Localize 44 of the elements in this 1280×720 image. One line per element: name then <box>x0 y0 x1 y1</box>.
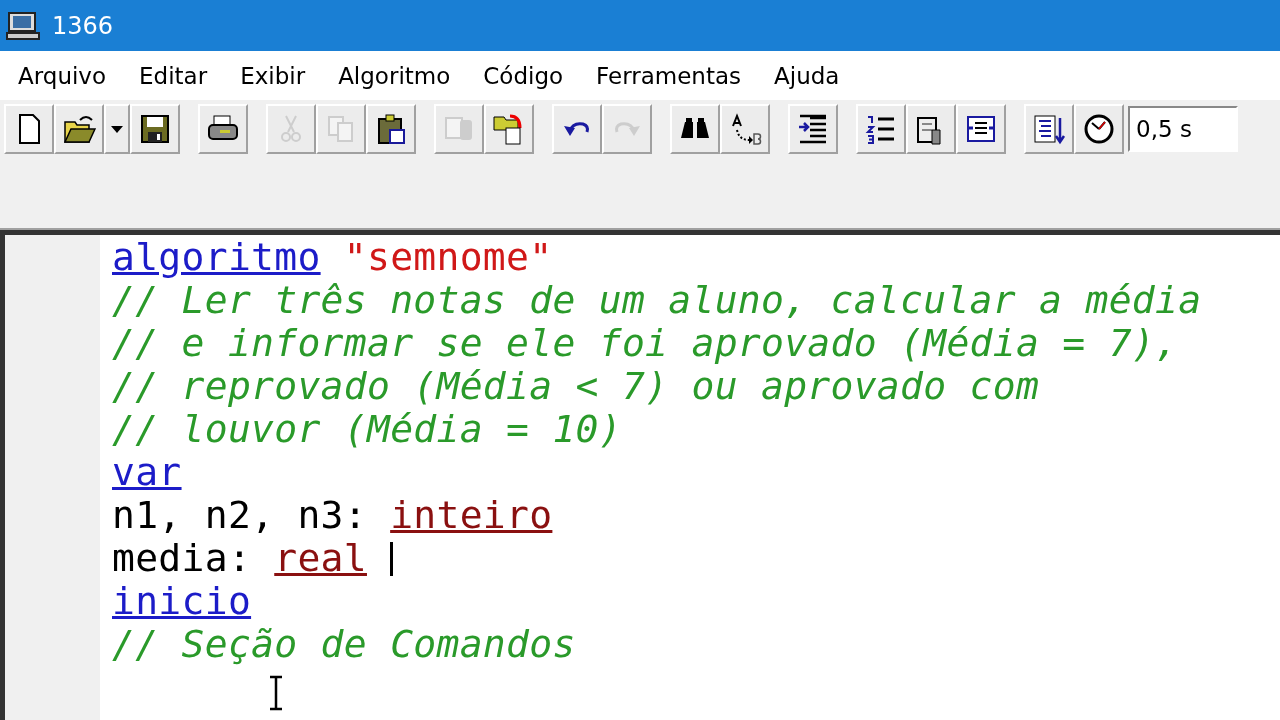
toolbar-button[interactable] <box>788 104 838 154</box>
code-editor[interactable] <box>0 230 1280 720</box>
speed-field[interactable]: 0,5 s <box>1128 106 1238 152</box>
code-comment: // reprovado (Média < 7) ou aprovado com <box>112 365 1040 408</box>
toolbar-button[interactable] <box>54 104 104 154</box>
menu-item[interactable]: Arquivo <box>6 62 119 89</box>
code-token: var <box>112 451 182 494</box>
toolbar-button[interactable] <box>198 104 248 154</box>
toolbar-button[interactable] <box>1024 104 1074 154</box>
toolbar-button[interactable] <box>906 104 956 154</box>
code-token: inteiro <box>390 494 553 537</box>
code-token: media: <box>112 537 253 580</box>
code-token: inicio <box>112 580 252 623</box>
toolbar-button[interactable] <box>4 104 54 154</box>
menu-item[interactable]: Ferramentas <box>584 62 753 89</box>
toolbar-button[interactable] <box>1074 104 1124 154</box>
clock-icon <box>1082 112 1116 146</box>
toolbar-button[interactable] <box>720 104 770 154</box>
toolbar-button[interactable] <box>956 104 1006 154</box>
toolbar-button[interactable] <box>552 104 602 154</box>
code-comment: // Seção de Comandos <box>112 623 576 666</box>
menu-item[interactable]: Ajuda <box>762 62 852 89</box>
menu-item[interactable]: Código <box>471 62 576 89</box>
code-comment: // Ler três notas de um aluno, calcular a média <box>112 279 1202 322</box>
computer-icon <box>6 10 40 41</box>
menu-item[interactable]: Editar <box>127 62 220 89</box>
menu-item[interactable]: Exibir <box>228 62 318 89</box>
window-title: 1366 <box>52 11 114 40</box>
menu-item[interactable]: Algoritmo <box>326 62 463 89</box>
dropdown-button[interactable] <box>104 104 130 154</box>
code-token: "semnome" <box>342 236 553 279</box>
sort-down-icon <box>1032 112 1066 146</box>
toolbar-button[interactable] <box>366 104 416 154</box>
toolbar-button[interactable] <box>130 104 180 154</box>
dropdown-caret-icon <box>111 125 123 133</box>
code-comment: // e informar se ele foi aprovado (Média = 7), <box>112 322 1179 365</box>
toolbar-button[interactable] <box>670 104 720 154</box>
toolbar-button[interactable] <box>856 104 906 154</box>
text-cursor-icon <box>268 675 284 711</box>
code-token: algoritmo <box>112 236 321 279</box>
code-token: real <box>274 537 367 580</box>
toolbar-button[interactable] <box>484 104 534 154</box>
code-comment: // louvor (Média = 10) <box>112 408 622 451</box>
code-token: n1, n2, n3: <box>112 494 368 537</box>
